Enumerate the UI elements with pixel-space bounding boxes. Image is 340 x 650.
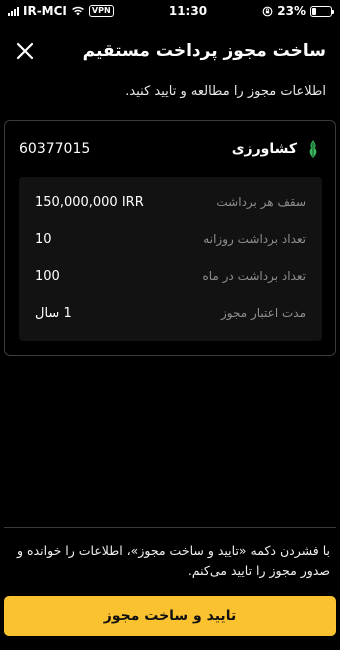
confirm-create-permit-button[interactable]: تایید و ساخت مجوز bbox=[4, 596, 336, 636]
detail-value: 1 سال bbox=[35, 305, 72, 321]
card-header: 60377015 کشاورزی bbox=[19, 137, 321, 161]
permit-details: 150,000,000 IRR سقف هر برداشت 10 تعداد ب… bbox=[19, 177, 322, 341]
detail-row-validity: 1 سال مدت اعتبار مجوز bbox=[35, 303, 306, 323]
detail-value: 100 bbox=[35, 268, 60, 284]
detail-row-monthly-count: 100 تعداد برداشت در ماه bbox=[35, 266, 306, 286]
consent-text: با فشردن دکمه «تایید و ساخت مجوز»، اطلاع… bbox=[17, 543, 330, 578]
detail-row-daily-count: 10 تعداد برداشت روزانه bbox=[35, 229, 306, 249]
bank-name: کشاورزی bbox=[231, 141, 297, 157]
wifi-icon bbox=[72, 6, 84, 16]
status-bar: IR-MCI VPN 11:30 23% bbox=[0, 0, 340, 22]
carrier-label: IR-MCI bbox=[23, 4, 67, 18]
battery-level bbox=[312, 7, 317, 15]
screen: IR-MCI VPN 11:30 23% ساخت مجوز پرداخت مس… bbox=[0, 0, 340, 650]
battery-icon bbox=[310, 5, 334, 17]
battery-percent: 23% bbox=[277, 4, 306, 18]
detail-label: تعداد برداشت در ماه bbox=[202, 269, 306, 283]
detail-label: تعداد برداشت روزانه bbox=[203, 232, 306, 246]
status-right: 23% bbox=[262, 4, 334, 18]
rotation-lock-icon bbox=[262, 6, 273, 16]
subtitle: اطلاعات مجوز را مطالعه و تایید کنید. bbox=[125, 84, 326, 99]
divider bbox=[4, 527, 336, 528]
signal-icon bbox=[8, 6, 19, 16]
header: ساخت مجوز پرداخت مستقیم bbox=[0, 28, 340, 74]
permit-card: 60377015 کشاورزی 150,000,000 IRR سقف هر … bbox=[4, 120, 336, 356]
page-title: ساخت مجوز پرداخت مستقیم bbox=[82, 41, 326, 61]
clock: 11:30 bbox=[168, 4, 208, 18]
status-left: IR-MCI VPN bbox=[8, 4, 114, 18]
detail-value: 10 bbox=[35, 231, 52, 247]
detail-label: سقف هر برداشت bbox=[216, 195, 306, 209]
permit-id: 60377015 bbox=[19, 141, 91, 157]
detail-row-max-withdrawal: 150,000,000 IRR سقف هر برداشت bbox=[35, 192, 306, 212]
vpn-badge: VPN bbox=[88, 5, 114, 17]
bank-info: کشاورزی bbox=[232, 139, 321, 159]
detail-label: مدت اعتبار مجوز bbox=[220, 306, 306, 320]
close-icon[interactable] bbox=[14, 40, 36, 62]
keshavarzi-bank-logo-icon bbox=[309, 140, 317, 158]
detail-value: 150,000,000 IRR bbox=[35, 194, 144, 210]
